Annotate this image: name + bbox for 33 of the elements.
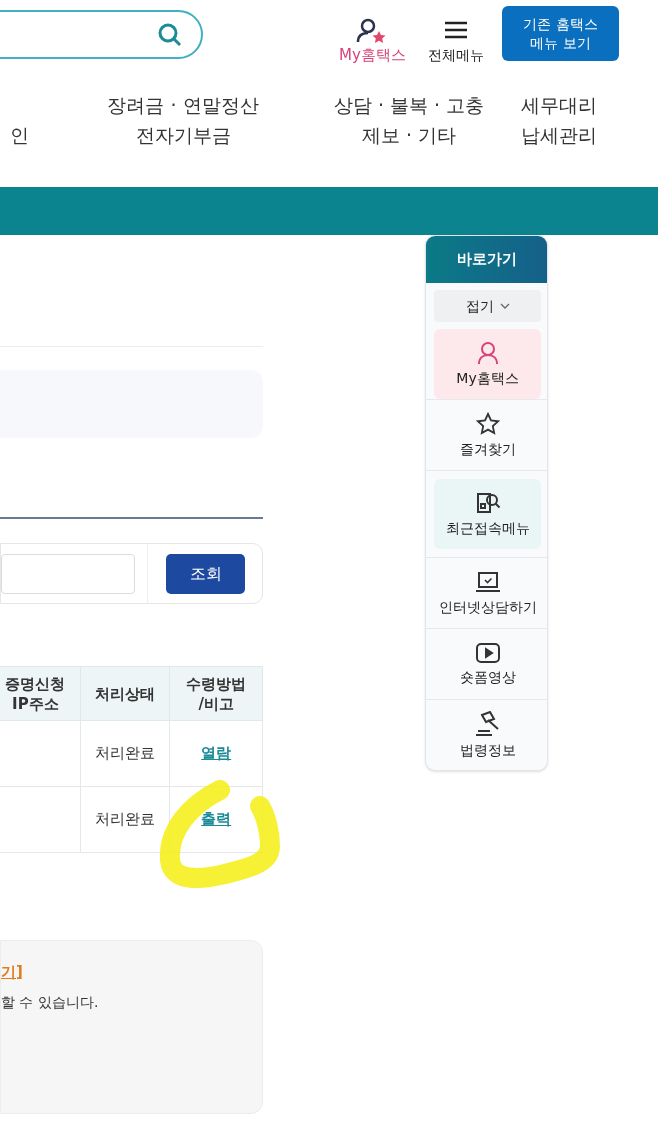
- document-search-icon: [474, 491, 501, 515]
- laptop-icon: [473, 570, 502, 594]
- chevron-down-icon: [499, 303, 510, 309]
- play-icon: [474, 642, 501, 664]
- user-star-icon: [356, 18, 389, 44]
- nav-menu-link[interactable]: 장려금 · 연말정산 전자기부금: [83, 90, 283, 150]
- quick-links-title: 바로가기: [426, 236, 547, 283]
- classic-menu-button[interactable]: 기존 홈택스 메뉴 보기: [501, 6, 619, 61]
- quick-link-item[interactable]: 숏폼영상: [434, 629, 541, 699]
- star-icon: [475, 412, 500, 436]
- collapse-button[interactable]: 접기: [434, 290, 541, 322]
- column-header: 수령방법 /비고: [169, 666, 263, 721]
- search-input[interactable]: [1, 553, 135, 594]
- column-header: 처리상태: [80, 666, 170, 721]
- my-hometax-button[interactable]: My홈택스: [339, 18, 406, 64]
- status-cell: 처리완료: [80, 786, 170, 853]
- notice-text: 할 수 있습니다.: [1, 993, 100, 1012]
- status-cell: 처리완료: [80, 720, 170, 787]
- quick-link-item[interactable]: My홈택스: [434, 329, 541, 399]
- nav-menu-link[interactable]: 인: [8, 120, 30, 150]
- receipt-link[interactable]: 출력: [201, 810, 232, 829]
- quick-link-item[interactable]: 즐겨찾기: [434, 400, 541, 470]
- menu-icon[interactable]: [443, 20, 468, 40]
- quick-link-item[interactable]: 인터넷상담하기: [434, 558, 541, 628]
- person-icon: [476, 341, 499, 365]
- query-button[interactable]: 조회: [166, 553, 245, 594]
- quick-link-item[interactable]: 법령정보: [434, 700, 541, 770]
- quick-link-item[interactable]: 최근접속메뉴: [434, 479, 541, 549]
- receipt-link[interactable]: 열람: [201, 744, 232, 763]
- search-field[interactable]: [0, 10, 203, 59]
- all-menu-button[interactable]: 전체메뉴: [427, 20, 484, 64]
- column-header: 증명신청 IP주소: [0, 666, 81, 721]
- search-icon[interactable]: [157, 21, 183, 48]
